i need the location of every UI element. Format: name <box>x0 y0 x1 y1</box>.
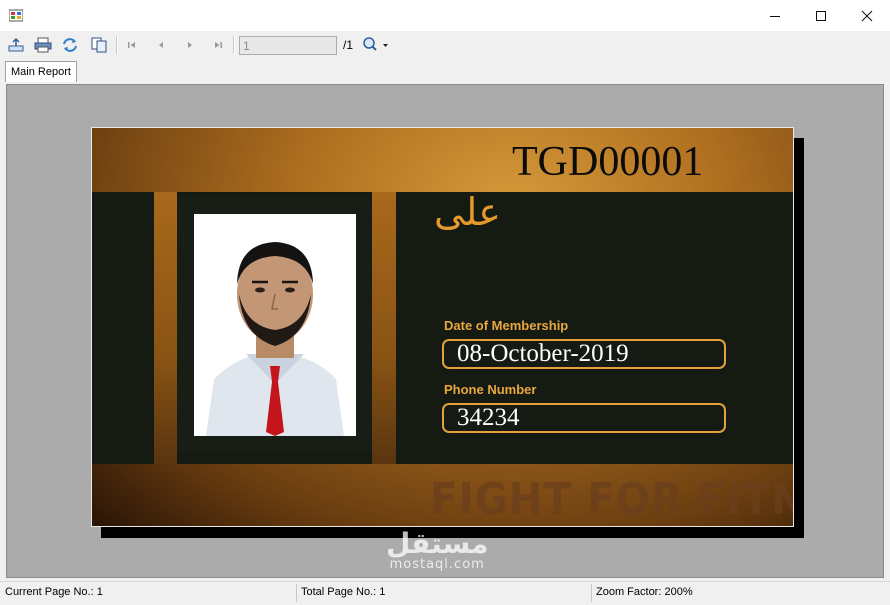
watermark-arabic: مستقل <box>386 527 489 560</box>
export-button[interactable] <box>5 35 27 55</box>
maximize-icon <box>816 10 826 21</box>
first-page-icon <box>128 42 135 48</box>
page-total-label: /1 <box>343 38 354 52</box>
member-name: على <box>434 190 501 234</box>
status-zoom-factor: Zoom Factor: 200% <box>596 586 693 598</box>
close-button[interactable] <box>844 0 890 31</box>
refresh-button[interactable] <box>59 35 81 55</box>
zoom-icon <box>363 37 388 51</box>
next-page-button[interactable] <box>179 35 201 55</box>
zoom-button[interactable] <box>361 35 391 55</box>
phone-number-value: 34234 <box>442 403 726 433</box>
export-icon <box>8 37 24 52</box>
date-of-membership-value: 08-October-2019 <box>442 339 726 369</box>
print-button[interactable] <box>32 35 54 55</box>
minimize-icon <box>770 15 780 17</box>
copy-icon <box>91 37 107 53</box>
card-slogan: FIGHT FOR FITNESS <box>430 474 793 525</box>
status-current-page: Current Page No.: 1 <box>5 586 103 598</box>
last-page-icon <box>215 42 222 48</box>
watermark: مستقل mostaql.com <box>386 530 488 572</box>
close-icon <box>861 10 873 21</box>
first-page-button[interactable] <box>121 35 143 55</box>
title-bar <box>0 0 890 31</box>
member-photo <box>194 214 356 436</box>
watermark-latin: mostaql.com <box>389 557 485 572</box>
previous-page-icon <box>159 42 163 48</box>
last-page-button[interactable] <box>207 35 229 55</box>
status-bar: Current Page No.: 1 Total Page No.: 1 Zo… <box>0 581 890 605</box>
print-icon <box>34 37 52 53</box>
phone-number-label: Phone Number <box>444 382 537 397</box>
toolbar <box>0 31 890 59</box>
report-tabstrip: Main Report <box>0 59 890 83</box>
report-viewer[interactable]: TGD00001 على Date of Membership 08-Octob… <box>6 84 884 578</box>
maximize-button[interactable] <box>798 0 844 31</box>
tab-main-report[interactable]: Main Report <box>5 61 77 82</box>
page-number-input[interactable] <box>239 36 337 55</box>
copy-button[interactable] <box>88 35 110 55</box>
member-id: TGD00001 <box>512 139 704 185</box>
previous-page-button[interactable] <box>150 35 172 55</box>
refresh-icon <box>63 38 77 52</box>
minimize-button[interactable] <box>752 0 798 31</box>
date-of-membership-label: Date of Membership <box>444 318 569 333</box>
status-total-page: Total Page No.: 1 <box>301 586 386 598</box>
membership-card: TGD00001 على Date of Membership 08-Octob… <box>91 127 794 527</box>
report-app-icon <box>9 9 23 22</box>
next-page-icon <box>188 42 192 48</box>
